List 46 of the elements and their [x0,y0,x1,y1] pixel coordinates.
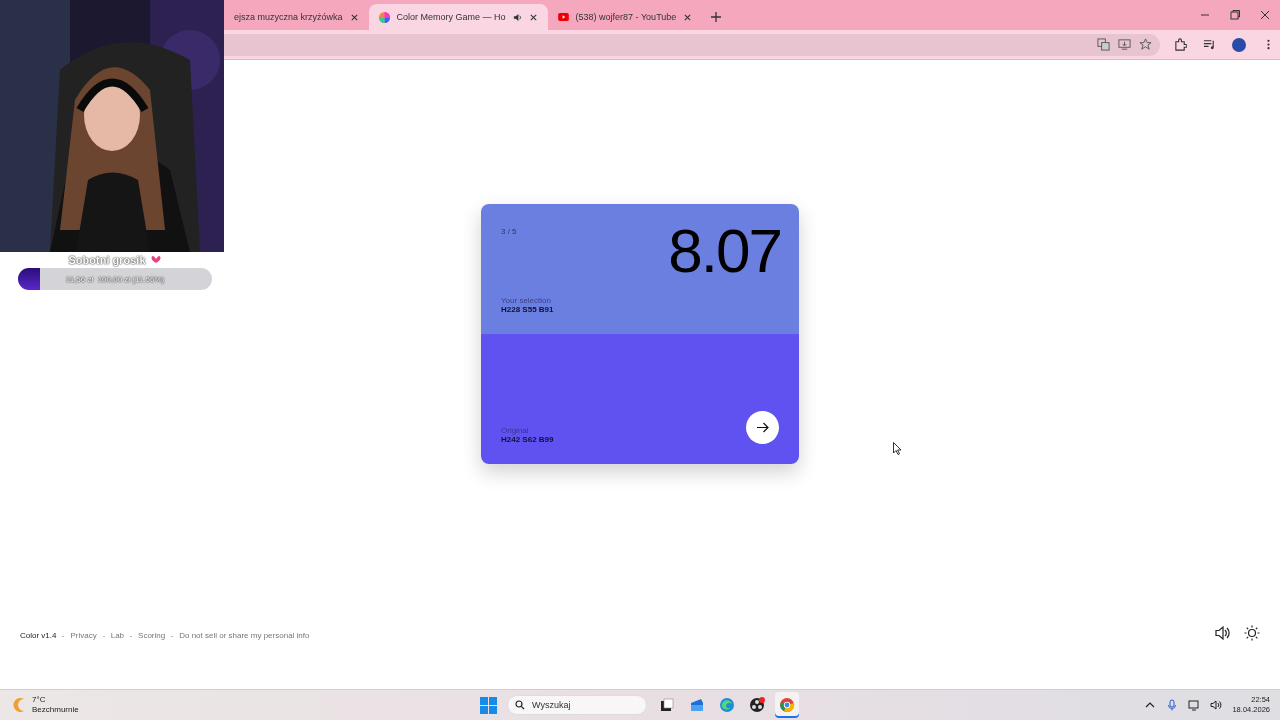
color-wheel-icon [378,11,390,23]
microphone-icon[interactable] [1166,699,1179,711]
browser-tab[interactable]: (538) wojfer87 - YouTube [547,4,703,30]
profile-avatar[interactable] [1232,37,1246,52]
media-icon[interactable] [1203,38,1216,51]
heart-icon [149,254,162,266]
round-counter: 3 / 5 [501,227,517,236]
sun-icon[interactable] [1244,625,1260,641]
browser-tab[interactable]: ejsza muzyczna krzyżówka [224,4,369,30]
cursor-icon [893,442,902,455]
footer-link[interactable]: Scoring [138,631,166,640]
close-icon[interactable] [683,12,693,22]
swatch-label: Original [501,426,529,435]
mail-icon [689,697,705,713]
goal-title: Sobotni grosik [68,254,146,266]
puzzle-icon[interactable] [1174,38,1187,51]
video-play-icon [557,13,569,21]
browser-icon [779,697,795,713]
translate-icon[interactable] [1097,38,1110,51]
plus-icon[interactable] [710,11,723,23]
install-icon[interactable] [1118,38,1131,51]
browser-tab[interactable]: Color Memory Game — Ho [368,4,548,30]
camera-app-icon [749,697,765,713]
footer-link[interactable]: Do not sell or share my personal info [179,631,310,640]
search-icon [515,700,525,710]
speaker-icon[interactable] [1210,699,1223,711]
color-value: H228 S55 B91 [501,305,554,314]
monitor-icon[interactable] [1188,699,1201,711]
arrow-right-icon [756,422,769,433]
speaker-icon[interactable] [512,12,522,22]
close-icon[interactable] [528,12,538,22]
weather-text: Bezchmurnie [32,705,79,715]
score-value: 8.07 [668,224,781,278]
star-icon[interactable] [1139,38,1152,51]
footer-link[interactable]: Lab [110,631,125,640]
volume-icon[interactable] [1214,625,1230,641]
temperature: 7°C [32,695,47,705]
close-icon[interactable] [349,12,359,22]
color-value: H242 S62 B99 [501,435,554,444]
progress-text: 11,56 zł 100,00 zł (11.56%) [64,273,166,286]
swatch-label: Your selection [501,296,551,305]
next-button[interactable] [746,411,779,444]
footer-link[interactable]: Color v1.4 [20,631,57,640]
search-field[interactable]: Wyszukaj [507,695,647,715]
browser-icon [719,697,735,713]
footer-link[interactable]: Privacy [70,631,97,640]
